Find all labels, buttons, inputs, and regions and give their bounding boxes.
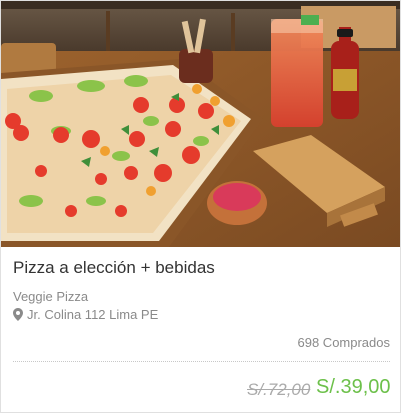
divider [13, 361, 390, 362]
merchant-location: Jr. Colina 112 Lima PE [13, 307, 158, 322]
merchant-name: Veggie Pizza [13, 289, 89, 304]
original-price: S/.72,00 [247, 380, 311, 399]
sold-count: 698 Comprados [297, 335, 391, 350]
map-pin-icon [13, 308, 23, 321]
deal-title[interactable]: Pizza a elección + bebidas [13, 258, 215, 278]
location-text: Jr. Colina 112 Lima PE [27, 307, 159, 322]
deal-image[interactable] [1, 1, 400, 247]
deal-price: S/.39,00 [316, 376, 391, 398]
deal-card[interactable]: Pizza a elección + bebidas Veggie Pizza … [0, 0, 401, 413]
